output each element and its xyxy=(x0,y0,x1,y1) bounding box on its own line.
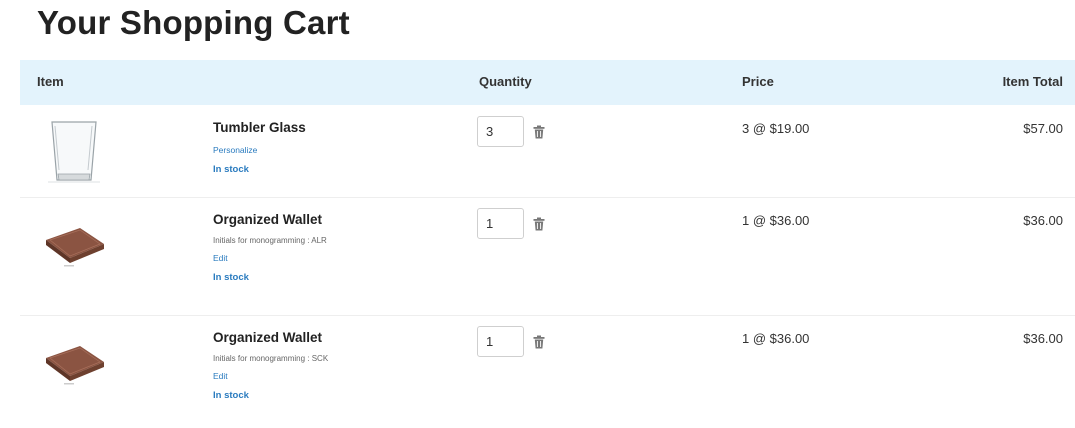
trash-icon[interactable] xyxy=(533,217,545,231)
edit-link[interactable]: Edit xyxy=(213,371,328,381)
column-header-price: Price xyxy=(742,74,774,89)
wallet-image[interactable] xyxy=(40,210,108,278)
monogram-detail: Initials for monogramming : SCK xyxy=(213,354,329,363)
tumbler-glass-image[interactable] xyxy=(40,118,108,186)
edit-link[interactable]: Edit xyxy=(213,253,327,263)
page-title: Your Shopping Cart xyxy=(37,4,350,41)
product-name[interactable]: Tumbler Glass xyxy=(213,120,306,135)
trash-icon[interactable] xyxy=(533,335,545,349)
stock-status: In stock xyxy=(213,272,249,283)
item-total: $36.00 xyxy=(1023,213,1063,228)
product-name[interactable]: Organized Wallet xyxy=(213,330,328,345)
column-header-item-total: Item Total xyxy=(1002,74,1063,89)
quantity-input[interactable] xyxy=(477,116,524,147)
stock-status: In stock xyxy=(213,164,249,175)
monogram-detail: Initials for monogramming : ALR xyxy=(213,236,327,245)
wallet-image[interactable] xyxy=(40,328,108,396)
quantity-input[interactable] xyxy=(477,326,524,357)
stock-status: In stock xyxy=(213,390,249,401)
unit-price: 3 @ $19.00 xyxy=(742,121,810,136)
item-total: $36.00 xyxy=(1023,331,1063,346)
cart-header: Item Quantity Price Item Total xyxy=(20,60,1075,105)
cart-row: Organized Wallet Initials for monogrammi… xyxy=(20,316,1075,428)
item-total: $57.00 xyxy=(1023,121,1063,136)
cart-row: Tumbler Glass Personalize In stock 3 @ $… xyxy=(20,106,1075,198)
column-header-quantity: Quantity xyxy=(479,74,532,89)
cart-row: Organized Wallet Initials for monogrammi… xyxy=(20,198,1075,316)
column-header-item: Item xyxy=(37,74,64,89)
product-name[interactable]: Organized Wallet xyxy=(213,212,327,227)
quantity-input[interactable] xyxy=(477,208,524,239)
unit-price: 1 @ $36.00 xyxy=(742,331,810,346)
personalize-link[interactable]: Personalize xyxy=(213,145,306,155)
unit-price: 1 @ $36.00 xyxy=(742,213,810,228)
trash-icon[interactable] xyxy=(533,125,545,139)
